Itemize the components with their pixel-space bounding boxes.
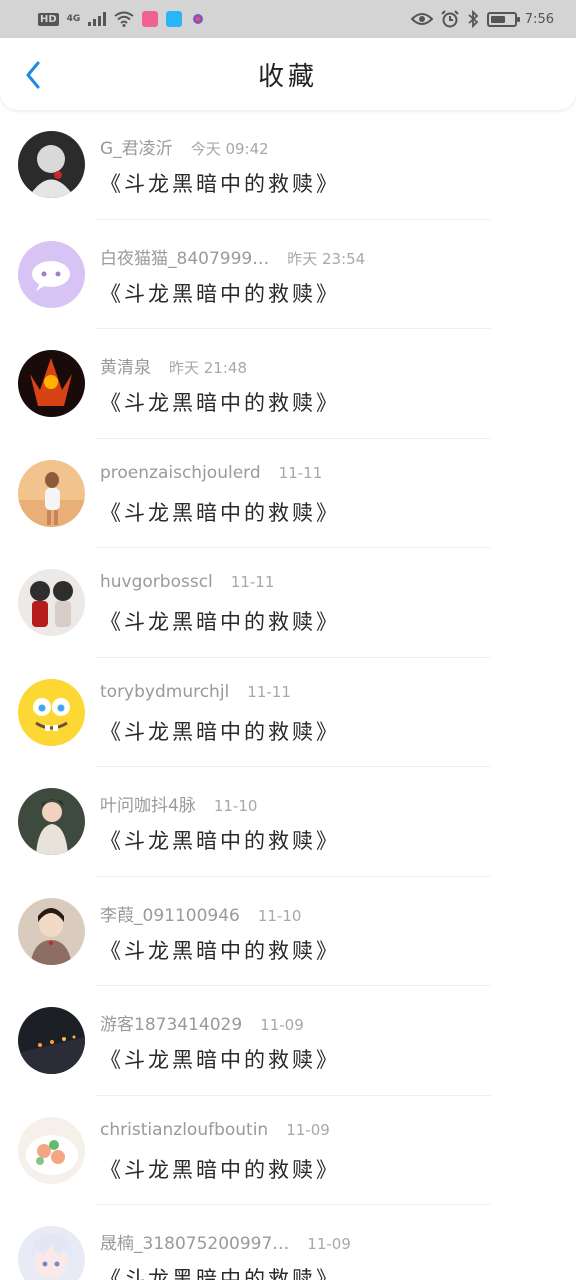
user-name: 叶问咖抖4脉 xyxy=(100,796,196,816)
header: 收藏 xyxy=(0,38,576,110)
timestamp: 11-09 xyxy=(286,1120,330,1139)
app-notification-icon xyxy=(193,14,204,24)
avatar-image xyxy=(18,678,85,746)
avatar-image xyxy=(18,350,85,417)
list-item[interactable]: 黄清泉 昨天 21:48 《斗龙黑暗中的救赎》 xyxy=(0,329,576,439)
user-name: 黄清泉 xyxy=(100,358,151,378)
avatar-image xyxy=(18,240,85,308)
alarm-icon xyxy=(441,10,459,28)
item-meta: 游客1873414029 11-09 xyxy=(100,1010,304,1035)
timestamp: 11-10 xyxy=(213,797,258,815)
item-title: 《斗龙黑暗中的救赎》 xyxy=(100,391,340,415)
user-name: christianzloufboutin xyxy=(100,1119,269,1140)
user-name: G_君凌沂 xyxy=(100,139,173,159)
item-title: 《斗龙黑暗中的救赎》 xyxy=(100,1157,340,1182)
item-title: 《斗龙黑暗中的救赎》 xyxy=(100,1267,340,1280)
timestamp: 今天 09:42 xyxy=(190,140,269,158)
avatar[interactable] xyxy=(18,1226,85,1280)
list-item[interactable]: huvgorbosscl 11-11 《斗龙黑暗中的救赎》 xyxy=(0,548,576,658)
hd-badge: HD xyxy=(38,12,59,26)
item-title: 《斗龙黑暗中的救赎》 xyxy=(100,719,340,744)
avatar[interactable] xyxy=(18,459,85,527)
item-meta: christianzloufboutin 11-09 xyxy=(100,1120,330,1140)
item-title: 《斗龙黑暗中的救赎》 xyxy=(100,610,340,634)
search-app-icon xyxy=(166,11,183,27)
timestamp: 11-10 xyxy=(257,906,302,925)
timestamp: 11-11 xyxy=(247,682,291,701)
app-notification-icon xyxy=(142,11,159,27)
user-name: 李葭_091100946 xyxy=(100,905,240,926)
item-title: 《斗龙黑暗中的救赎》 xyxy=(100,938,340,963)
list-item[interactable]: 李葭_091100946 11-10 《斗龙黑暗中的救赎》 xyxy=(0,877,576,986)
item-meta: 晟楠_318075200997… 11-09 xyxy=(100,1229,351,1254)
user-name: 晟楠_318075200997… xyxy=(100,1234,290,1254)
avatar-image xyxy=(18,1007,85,1074)
list-item[interactable]: 叶问咖抖4脉 11-10 《斗龙黑暗中的救赎》 xyxy=(0,767,576,877)
status-bar: HD 4G 7:56 xyxy=(0,0,576,38)
avatar-image xyxy=(18,131,85,198)
user-name: huvgorbosscl xyxy=(100,572,213,592)
item-meta: G_君凌沂 今天 09:42 xyxy=(100,134,269,159)
user-name: proenzaischjoulerd xyxy=(100,462,261,483)
avatar-image xyxy=(18,1226,85,1280)
item-title: 《斗龙黑暗中的救赎》 xyxy=(100,172,340,196)
timestamp: 11-11 xyxy=(278,463,323,482)
avatar[interactable] xyxy=(18,569,85,636)
avatar[interactable] xyxy=(18,131,85,198)
list-item[interactable]: christianzloufboutin 11-09 《斗龙黑暗中的救赎》 xyxy=(0,1096,576,1205)
avatar[interactable] xyxy=(18,897,85,965)
wifi-icon xyxy=(114,11,134,27)
battery-icon xyxy=(486,11,520,27)
favorites-list: G_君凌沂 今天 09:42 《斗龙黑暗中的救赎》 白夜猫猫_8407999… 昨天 2… xyxy=(0,110,576,1280)
item-meta: torybydmurchjl 11-11 xyxy=(100,682,291,702)
status-bar-right: 7:56 xyxy=(410,10,554,28)
item-title: 《斗龙黑暗中的救赎》 xyxy=(100,500,340,525)
timestamp: 昨天 21:48 xyxy=(169,359,247,377)
list-item[interactable]: torybydmurchjl 11-11 《斗龙黑暗中的救赎》 xyxy=(0,658,576,767)
item-meta: 白夜猫猫_8407999… 昨天 23:54 xyxy=(100,244,365,269)
clock: 7:56 xyxy=(524,11,554,27)
timestamp: 11-09 xyxy=(307,1235,351,1253)
avatar-image xyxy=(18,897,85,965)
item-meta: huvgorbosscl 11-11 xyxy=(100,572,274,592)
avatar[interactable] xyxy=(18,788,85,855)
avatar[interactable] xyxy=(18,1116,85,1184)
network-type: 4G xyxy=(66,14,81,24)
user-name: 游客1873414029 xyxy=(100,1015,243,1035)
avatar[interactable] xyxy=(18,350,85,417)
avatar[interactable] xyxy=(18,678,85,746)
avatar-image xyxy=(18,788,85,855)
list-item[interactable]: 晟楠_318075200997… 11-09 《斗龙黑暗中的救赎》 xyxy=(0,1205,576,1280)
back-button[interactable] xyxy=(18,58,48,92)
user-name: torybydmurchjl xyxy=(100,681,230,702)
timestamp: 11-09 xyxy=(260,1016,304,1034)
eye-icon xyxy=(410,13,433,25)
avatar-image xyxy=(18,459,85,527)
avatar[interactable] xyxy=(18,1007,85,1074)
item-meta: proenzaischjoulerd 11-11 xyxy=(100,463,322,483)
item-title: 《斗龙黑暗中的救赎》 xyxy=(100,281,340,306)
list-item[interactable]: proenzaischjoulerd 11-11 《斗龙黑暗中的救赎》 xyxy=(0,439,576,548)
item-title: 《斗龙黑暗中的救赎》 xyxy=(100,1048,340,1072)
item-meta: 李葭_091100946 11-10 xyxy=(100,901,301,926)
timestamp: 昨天 23:54 xyxy=(287,249,366,268)
item-meta: 叶问咖抖4脉 11-10 xyxy=(100,791,257,816)
list-item[interactable]: 游客1873414029 11-09 《斗龙黑暗中的救赎》 xyxy=(0,986,576,1096)
user-name: 白夜猫猫_8407999… xyxy=(100,248,270,269)
list-item[interactable]: G_君凌沂 今天 09:42 《斗龙黑暗中的救赎》 xyxy=(0,110,576,220)
page-title: 收藏 xyxy=(257,61,318,92)
chevron-left-icon xyxy=(26,61,40,89)
list-item[interactable]: 白夜猫猫_8407999… 昨天 23:54 《斗龙黑暗中的救赎》 xyxy=(0,220,576,329)
avatar-image xyxy=(18,569,85,636)
item-meta: 黄清泉 昨天 21:48 xyxy=(100,353,247,378)
item-title: 《斗龙黑暗中的救赎》 xyxy=(100,829,340,853)
avatar-image xyxy=(18,1116,85,1184)
avatar[interactable] xyxy=(18,240,85,308)
timestamp: 11-11 xyxy=(230,573,275,591)
status-bar-left: HD 4G xyxy=(38,11,206,27)
bluetooth-icon xyxy=(468,10,479,28)
signal-icon xyxy=(88,12,107,26)
